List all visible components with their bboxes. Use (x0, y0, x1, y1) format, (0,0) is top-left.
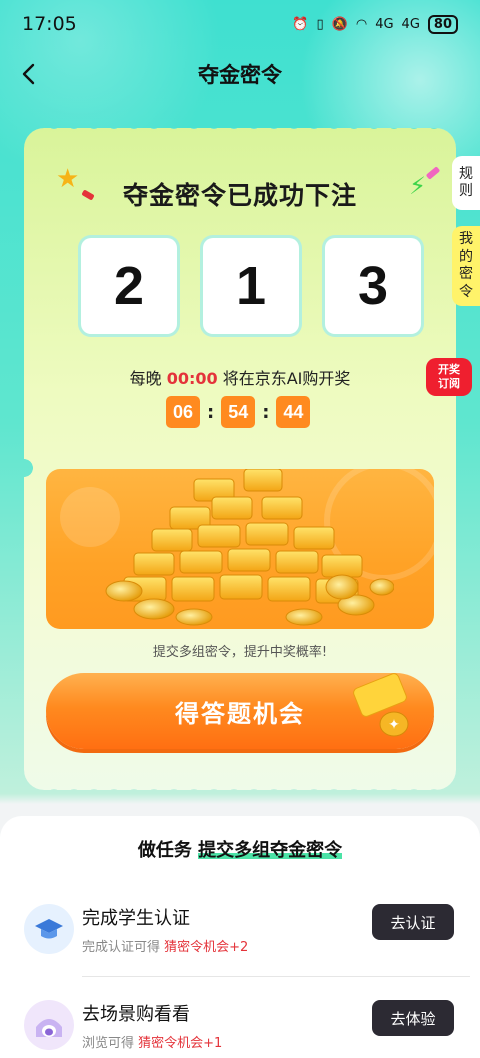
page-title: 夺金密令 (198, 63, 282, 87)
status-bar: 17:05 ⏰ ▯ 🔕 ◠ 4G 4G 80 (0, 0, 480, 48)
task-row: 去场景购看看 浏览可得 猜密令机会+1 去体验 (24, 994, 456, 1058)
code-digit: 2 (81, 238, 177, 334)
draw-subscribe-button[interactable]: 开奖 订阅 (426, 358, 472, 396)
task-panel: 做任务 提交多组夺金密令 完成学生认证 完成认证可得 猜密令机会+2 去认证 去… (0, 816, 480, 1058)
gold-bars-icon (105, 469, 394, 626)
status-icons: ⏰ ▯ 🔕 ◠ 4G 4G 80 (292, 14, 458, 34)
task-row: 完成学生认证 完成认证可得 猜密令机会+2 去认证 (24, 898, 456, 968)
back-arrow-icon[interactable] (14, 60, 42, 88)
cta-label: 得答题机会 (175, 699, 305, 728)
task-desc: 浏览可得 猜密令机会+1 (82, 1036, 223, 1051)
code-ticket-card: ★ ⚡ 夺金密令已成功下注 2 1 3 每晚 00:00 将在京东AI购开奖 0… (24, 122, 456, 796)
countdown-seconds: 44 (276, 396, 311, 428)
alarm-icon: ⏰ (292, 16, 309, 32)
signal-4g-icon: 4G (375, 16, 394, 32)
svg-text:✦: ✦ (388, 717, 400, 733)
my-codes-tab[interactable]: 我 的 密 令 (452, 226, 480, 306)
draw-time: 00:00 (166, 369, 218, 388)
status-time: 17:05 (22, 13, 77, 35)
code-digits: 2 1 3 (81, 238, 421, 334)
vibrate-icon: ▯ (316, 16, 324, 32)
pet-house-icon (24, 1000, 74, 1050)
code-digit: 3 (325, 238, 421, 334)
task-desc: 完成认证可得 猜密令机会+2 (82, 940, 249, 955)
countdown-timer: 06 : 54 : 44 (166, 396, 311, 428)
graduation-cap-icon (24, 904, 74, 954)
mute-icon: 🔕 (331, 16, 348, 32)
task-name: 完成学生认证 (82, 908, 190, 929)
battery-indicator: 80 (427, 14, 458, 34)
countdown-hours: 06 (166, 396, 200, 428)
rules-tab[interactable]: 规 则 (452, 156, 480, 210)
signal-4g-icon-2: 4G (401, 16, 420, 32)
gold-bar-icon: ✦ (353, 673, 409, 737)
task-name: 去场景购看看 (82, 1004, 190, 1025)
task-panel-title: 做任务 提交多组夺金密令 (137, 840, 343, 861)
nav-bar: 夺金密令 (0, 52, 480, 96)
task-divider (82, 976, 470, 977)
gold-prize-banner (46, 469, 434, 629)
verify-student-button[interactable]: 去认证 (372, 904, 454, 940)
draw-schedule-text: 每晚 00:00 将在京东AI购开奖 (129, 369, 351, 388)
bet-success-headline: 夺金密令已成功下注 (122, 181, 357, 210)
code-digit: 1 (203, 238, 299, 334)
countdown-minutes: 54 (221, 396, 256, 428)
wifi-icon: ◠ (355, 16, 368, 32)
try-scene-shopping-button[interactable]: 去体验 (372, 1000, 454, 1036)
